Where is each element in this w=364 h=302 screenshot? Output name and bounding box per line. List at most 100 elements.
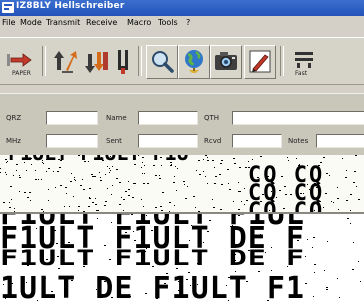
noise-dot <box>16 164 18 165</box>
noise-dot <box>283 208 285 209</box>
noise-dot <box>213 207 215 208</box>
noise-dot <box>191 225 192 226</box>
noise-dot <box>258 271 260 272</box>
noise-dot <box>48 200 49 201</box>
noise-dot <box>97 218 98 219</box>
noise-dot <box>327 241 328 242</box>
noise-dot <box>11 283 13 284</box>
window-title: IZ8BLY Hellschreiber <box>16 1 125 11</box>
noise-dot <box>305 283 307 284</box>
noise-dot <box>196 170 197 171</box>
fast-button[interactable]: Fast <box>288 45 326 79</box>
sent-field[interactable] <box>138 134 198 148</box>
mhz-field[interactable] <box>46 134 98 148</box>
noise-dot <box>125 191 127 192</box>
edit-button[interactable] <box>244 45 276 79</box>
noise-dot <box>23 223 24 224</box>
noise-dot <box>6 162 7 163</box>
noise-dot <box>38 179 39 180</box>
noise-dot <box>207 231 209 232</box>
qth-field[interactable] <box>232 111 364 125</box>
receive-button[interactable] <box>82 45 112 79</box>
noise-dot <box>19 175 20 176</box>
noise-dot <box>19 177 21 178</box>
qrz-field[interactable] <box>46 111 98 125</box>
noise-dot <box>45 278 46 279</box>
globe-button[interactable] <box>178 45 210 79</box>
noise-dot <box>178 281 179 282</box>
noise-dot <box>27 265 29 266</box>
noise-dot <box>89 188 91 189</box>
noise-dot <box>238 191 240 192</box>
noise-dot <box>82 179 83 180</box>
noise-dot <box>252 159 253 160</box>
noise-dot <box>209 220 211 221</box>
noise-dot <box>134 158 136 159</box>
noise-dot <box>31 164 32 165</box>
camera-button[interactable] <box>210 45 242 79</box>
noise-dot <box>233 201 234 202</box>
noise-dot <box>96 210 98 211</box>
receive-panel-2[interactable]: F1ULT F1ULT F1UL F1ULT F1ULT DE F F1ULT … <box>0 212 364 302</box>
search-button[interactable] <box>146 45 178 79</box>
noise-dot <box>271 270 272 271</box>
noise-dot <box>346 200 348 201</box>
noise-dot <box>257 177 259 178</box>
rcvd-field[interactable] <box>232 134 282 148</box>
noise-dot <box>111 194 112 195</box>
noise-dot <box>51 291 53 292</box>
noise-dot <box>116 169 118 170</box>
menu-transmit[interactable]: Transmit <box>46 17 80 29</box>
tuning-button[interactable] <box>112 45 134 79</box>
noise-dot <box>207 183 208 184</box>
menu-file[interactable]: File <box>2 17 15 29</box>
noise-dot <box>78 155 80 156</box>
noise-speckle <box>3 214 361 301</box>
noise-dot <box>58 159 60 160</box>
noise-dot <box>194 251 195 252</box>
noise-dot <box>35 179 37 180</box>
noise-dot <box>116 178 118 179</box>
noise-dot <box>160 206 162 207</box>
noise-dot <box>319 201 321 202</box>
transmit-button[interactable] <box>50 45 80 79</box>
noise-dot <box>221 160 223 161</box>
noise-dot <box>70 181 72 182</box>
noise-dot <box>96 289 97 290</box>
menu-help[interactable]: ? <box>186 17 190 29</box>
noise-dot <box>195 207 196 208</box>
noise-dot <box>14 208 15 209</box>
noise-dot <box>123 199 125 200</box>
receive-panel[interactable]: F1ULT F1ULT F1U CQ CQ CQ CQ CQ CQ <box>0 155 364 212</box>
menu-receive[interactable]: Receive <box>86 17 117 29</box>
paper-button[interactable]: PAPER <box>2 45 40 79</box>
noise-dot <box>203 242 204 243</box>
menu-mode[interactable]: Mode <box>20 17 42 29</box>
menu-macro[interactable]: Macro <box>127 17 151 29</box>
app-icon[interactable] <box>2 2 14 13</box>
noise-dot <box>246 200 248 201</box>
noise-dot <box>107 166 108 167</box>
noise-dot <box>228 300 229 301</box>
noise-dot <box>128 181 129 182</box>
noise-dot <box>228 277 230 278</box>
noise-dot <box>203 159 204 160</box>
receive-arrows-icon <box>85 52 108 73</box>
noise-dot <box>10 186 12 187</box>
noise-dot <box>248 161 249 162</box>
paper-label: PAPER <box>12 70 31 77</box>
noise-dot <box>109 168 110 169</box>
noise-dot <box>66 193 67 194</box>
noise-dot <box>235 271 236 272</box>
noise-dot <box>155 175 157 176</box>
fast-label: Fast <box>295 70 308 77</box>
name-field[interactable] <box>138 111 198 125</box>
notes-field[interactable] <box>316 134 364 148</box>
noise-dot <box>296 158 297 159</box>
noise-dot <box>338 209 339 210</box>
noise-dot <box>144 165 145 166</box>
menu-tools[interactable]: Tools <box>158 17 178 29</box>
noise-dot <box>178 290 180 291</box>
noise-dot <box>265 204 266 205</box>
noise-dot <box>220 209 222 210</box>
